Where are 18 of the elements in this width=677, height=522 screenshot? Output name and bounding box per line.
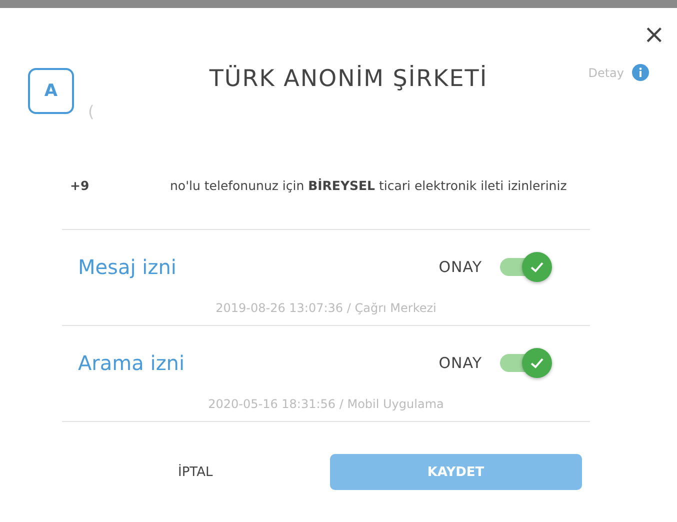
- permission-toggle[interactable]: [500, 252, 552, 282]
- permission-status: ONAY: [438, 258, 482, 276]
- cancel-button[interactable]: İPTAL: [174, 458, 217, 486]
- info-icon[interactable]: [632, 64, 649, 81]
- permission-timestamp: 2020-05-16 18:31:56 / Mobil Uygulama: [207, 397, 445, 411]
- company-title: TÜRK ANONİM ŞİRKETİ: [208, 66, 489, 92]
- phone-prefix: +9: [70, 178, 90, 192]
- check-icon: [530, 357, 544, 369]
- close-button[interactable]: ×: [639, 22, 669, 48]
- permission-label: Mesaj izni: [78, 255, 178, 279]
- permission-status: ONAY: [438, 354, 482, 372]
- check-icon: [530, 261, 544, 273]
- company-avatar: A: [28, 68, 74, 114]
- avatar-subtitle: (: [88, 102, 94, 121]
- permission-toggle[interactable]: [500, 348, 552, 378]
- permission-timestamp: 2019-08-26 13:07:36 / Çağrı Merkezi: [214, 301, 438, 315]
- permission-label: Arama izni: [78, 351, 186, 375]
- consent-intro-text: no'lu telefonunuz için BİREYSEL ticari elektronik ileti izinleriniz: [170, 178, 567, 192]
